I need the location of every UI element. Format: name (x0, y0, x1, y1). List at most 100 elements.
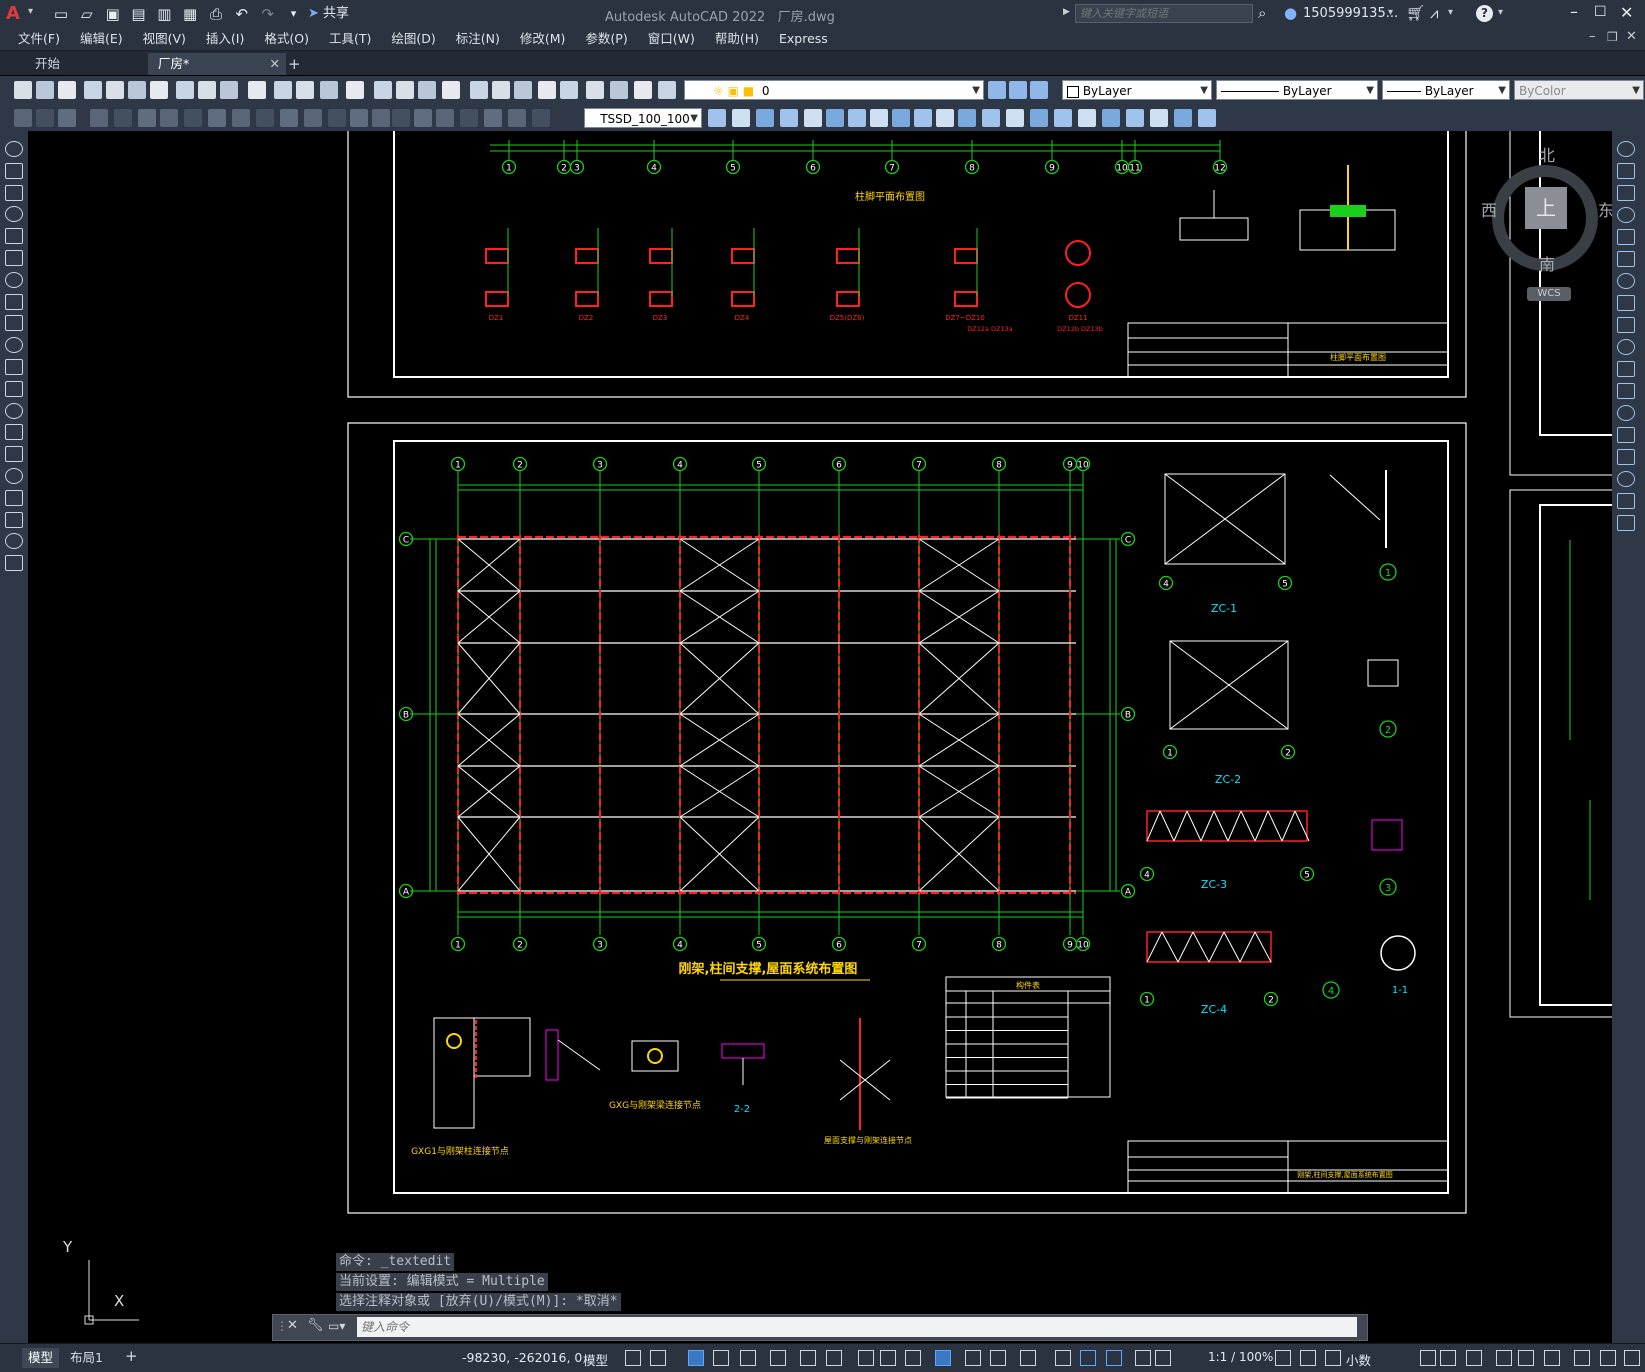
modify-side-tool-4-icon[interactable] (1617, 229, 1635, 245)
draw-tool-9-icon[interactable] (5, 337, 23, 354)
status-coordinates[interactable]: -98230, -262016, 0 (462, 1350, 582, 1365)
undo-icon[interactable]: ↶ (232, 4, 252, 24)
doc-close-icon[interactable]: ✕ (1626, 29, 1637, 44)
draw-tool-15-icon[interactable] (5, 468, 23, 484)
modify-tool-14-icon[interactable] (1030, 109, 1048, 127)
status-toggle-11-icon[interactable] (935, 1350, 951, 1366)
standard-tool-15-icon[interactable] (374, 81, 392, 99)
add-layout-button[interactable]: + (125, 1347, 138, 1365)
viewcube-west[interactable]: 西 (1481, 197, 1497, 221)
dimension-tool-9-icon[interactable] (232, 109, 250, 127)
command-close-icon[interactable]: ✕ (287, 1318, 298, 1333)
minimize-icon[interactable]: – (1570, 2, 1578, 21)
standard-tool-20-icon[interactable] (492, 81, 510, 99)
standard-tool-11-icon[interactable] (274, 81, 292, 99)
customize-qat-icon[interactable]: ▾ (283, 4, 303, 24)
status-toggle-8-icon[interactable] (858, 1350, 874, 1366)
status-toggle-14-icon[interactable] (1020, 1350, 1036, 1366)
dimension-tool-13-icon[interactable] (328, 109, 346, 127)
export-icon[interactable]: ▦ (180, 4, 200, 24)
dimension-tool-2-icon[interactable] (58, 109, 76, 127)
open-file-icon[interactable]: ▱ (77, 4, 97, 24)
dimension-tool-17-icon[interactable] (414, 109, 432, 127)
draw-tool-7-icon[interactable] (5, 293, 23, 310)
modify-tool-21-icon[interactable] (1198, 109, 1216, 127)
dimension-tool-22-icon[interactable] (532, 109, 550, 127)
dimension-tool-15-icon[interactable] (372, 109, 390, 127)
modify-tool-2-icon[interactable] (756, 109, 774, 127)
draw-tool-19-icon[interactable] (5, 555, 23, 572)
modify-tool-0-icon[interactable] (708, 109, 726, 127)
modify-side-tool-5-icon[interactable] (1617, 251, 1635, 267)
search-input[interactable] (1075, 4, 1253, 23)
status-toggle-18-icon[interactable] (1135, 1350, 1151, 1366)
modify-side-tool-1-icon[interactable] (1617, 163, 1635, 179)
modify-side-tool-3-icon[interactable] (1617, 207, 1635, 223)
close-icon[interactable]: ✕ (1620, 3, 1633, 22)
status-toggle-21-icon[interactable] (1300, 1350, 1316, 1366)
dimension-tool-20-icon[interactable] (484, 109, 502, 127)
status-toggle-29-icon[interactable] (1574, 1350, 1590, 1366)
dimension-tool-4-icon[interactable] (114, 109, 132, 127)
dimension-tool-18-icon[interactable] (436, 109, 454, 127)
standard-tool-3-icon[interactable] (84, 81, 102, 99)
status-toggle-25-icon[interactable] (1466, 1350, 1482, 1366)
modify-tool-4-icon[interactable] (804, 109, 822, 127)
share-button[interactable]: ➤ 共享 (308, 4, 349, 24)
autocad-logo-icon[interactable]: A (6, 3, 28, 25)
status-toggle-12-icon[interactable] (965, 1350, 981, 1366)
draw-tool-0-icon[interactable] (5, 141, 23, 157)
menu-item-0[interactable]: 文件(F) (8, 28, 70, 50)
menu-item-4[interactable]: 格式(O) (254, 28, 319, 50)
status-toggle-1-icon[interactable] (650, 1350, 666, 1366)
status-toggle-2-icon[interactable] (688, 1350, 704, 1366)
status-toggle-4-icon[interactable] (740, 1350, 756, 1366)
dimension-tool-10-icon[interactable] (256, 109, 274, 127)
modify-tool-8-icon[interactable] (892, 109, 910, 127)
modify-tool-6-icon[interactable] (848, 109, 866, 127)
dimension-tool-16-icon[interactable] (392, 109, 410, 127)
draw-tool-1-icon[interactable] (5, 162, 23, 179)
layer-dropdown[interactable]: ☼ ▣ ■ 0 ▼ (684, 80, 984, 100)
modify-side-tool-14-icon[interactable] (1617, 449, 1635, 465)
standard-tool-1-icon[interactable] (36, 81, 54, 99)
save-icon[interactable]: ▣ (103, 4, 123, 24)
app-dropdown-icon[interactable]: ▾ (1448, 7, 1453, 18)
standard-tool-19-icon[interactable] (470, 81, 488, 99)
layer-state-icon[interactable] (988, 81, 1006, 99)
search-expand-icon[interactable]: ▶ (1063, 7, 1070, 17)
modify-side-tool-11-icon[interactable] (1617, 383, 1635, 399)
doc-restore-icon[interactable]: ❐ (1607, 30, 1618, 44)
viewcube-east[interactable]: 东 (1598, 197, 1612, 221)
status-toggle-20-icon[interactable] (1275, 1350, 1291, 1366)
help-dropdown-icon[interactable]: ▾ (1498, 7, 1503, 18)
menu-item-11[interactable]: 帮助(H) (705, 28, 769, 50)
drawing-canvas[interactable]: 1 2 3 4 5 6 7 8 9 10 11 12 柱脚平面布置图 DZ1 DZ2 DZ3 DZ4 DZ5(… (28, 131, 1612, 1343)
tab-drawing[interactable]: 厂房* ✕ (148, 53, 286, 75)
modify-tool-15-icon[interactable] (1054, 109, 1072, 127)
publish-icon[interactable]: ▥ (154, 4, 174, 24)
status-toggle-5-icon[interactable] (770, 1350, 786, 1366)
modify-tool-12-icon[interactable] (982, 109, 1000, 127)
status-toggle-10-icon[interactable] (905, 1350, 921, 1366)
draw-tool-11-icon[interactable] (5, 380, 23, 397)
draw-tool-6-icon[interactable] (5, 271, 23, 288)
dimension-tool-21-icon[interactable] (508, 109, 526, 127)
modify-tool-18-icon[interactable] (1126, 109, 1144, 127)
help-button[interactable]: ? (1476, 5, 1493, 22)
command-recent-icon[interactable]: ▭▾ (328, 1319, 345, 1333)
wcs-menu[interactable]: WCS (1527, 287, 1571, 301)
lineweight-dropdown[interactable]: ByLayer ▼ (1382, 80, 1510, 100)
redo-icon[interactable]: ↷ (258, 4, 278, 24)
modify-side-tool-12-icon[interactable] (1617, 405, 1635, 421)
dimension-tool-6-icon[interactable] (160, 109, 178, 127)
modify-side-tool-2-icon[interactable] (1617, 185, 1635, 201)
status-toggle-16-icon[interactable] (1080, 1350, 1096, 1366)
modify-side-tool-10-icon[interactable] (1617, 361, 1635, 377)
dimension-tool-19-icon[interactable] (460, 109, 478, 127)
dimension-tool-5-icon[interactable] (138, 109, 156, 127)
modify-side-tool-16-icon[interactable] (1617, 493, 1635, 509)
status-toggle-23-icon[interactable] (1420, 1350, 1436, 1366)
standard-tool-14-icon[interactable] (346, 81, 364, 99)
user-dropdown-icon[interactable]: ▾ (1388, 7, 1393, 18)
